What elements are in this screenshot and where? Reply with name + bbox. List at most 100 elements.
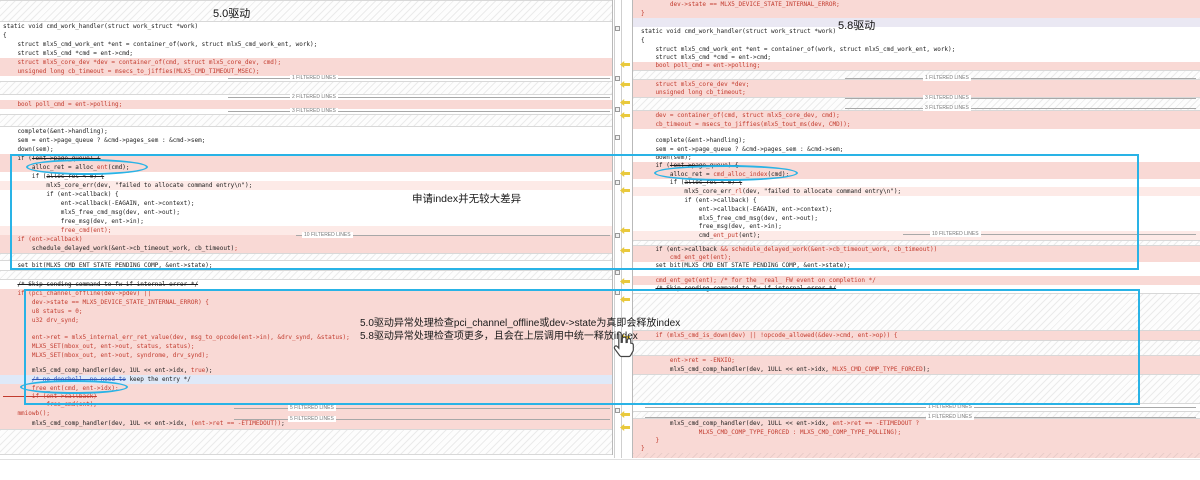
code-line[interactable]: /* Skip sending command to fw if interna… (633, 285, 1200, 293)
code-line[interactable]: free_ent(cmd, ent->idx); (0, 384, 612, 393)
code-line[interactable]: ent->callback(-EAGAIN, ent->context); (633, 205, 1200, 214)
section-expander-icon[interactable] (615, 408, 620, 413)
code-segment: mlx5_cmd_comp_handler(dev, 1UL << ent->i… (3, 420, 191, 427)
code-line[interactable]: dev = container_of(cmd, struct mlx5_core… (633, 111, 1200, 120)
code-line[interactable]: if (ent->callback && schedule_delayed_wo… (633, 246, 1200, 254)
right-pane[interactable]: dev->state == MLX5_DEVICE_STATE_INTERNAL… (632, 0, 1200, 458)
code-segment: free_cmd(ent); (61, 227, 112, 234)
section-expander-icon[interactable] (615, 290, 620, 295)
code-segment: if (ent->callback) (3, 393, 97, 400)
code-segment: free_msg(dev, ent->in); (641, 223, 782, 230)
code-line[interactable]: bool poll_cmd = ent->polling; (0, 100, 612, 109)
code-segment: !ent->page_queue) { (32, 155, 101, 162)
code-segment: complete(&ent->handling); (641, 137, 746, 144)
code-line[interactable]: mlx5_cmd_comp_handler(dev, 1ULL << ent->… (633, 365, 1200, 374)
code-line[interactable]: if (ent->callback) { (633, 196, 1200, 205)
code-line[interactable]: MLX5_CMD_COMP_TYPE_FORCED : MLX5_CMD_COM… (633, 428, 1200, 437)
code-segment: ; (281, 420, 285, 427)
code-line[interactable]: ent->callback(-EAGAIN, ent->context); (0, 199, 612, 208)
code-line[interactable]: mlx5_cmd_comp_handler(dev, 1UL << ent->i… (0, 419, 612, 429)
code-line[interactable]: schedule_delayed_work(&ent->cb_timeout_w… (0, 244, 612, 253)
code-line[interactable]: if (!ent->page_queue) { (0, 154, 612, 163)
code-line[interactable]: set_bit(MLX5_CMD_ENT_STATE_PENDING_COMP,… (0, 261, 612, 270)
code-line[interactable]: if (mlx5_cmd_is_down(dev) || !opcode_all… (633, 331, 1200, 340)
code-line[interactable]: dev->state == MLX5_DEVICE_STATE_INTERNAL… (0, 298, 612, 307)
left-pane[interactable]: static void cmd_work_handler(struct work… (0, 0, 613, 455)
code-line[interactable]: /* no doorbell, no need to keep the entr… (0, 375, 612, 384)
code-line[interactable]: mlx5_cmd_comp_handler(dev, 1UL << ent->i… (0, 366, 612, 375)
code-line[interactable]: /* Skip sending command to fw if interna… (0, 280, 612, 289)
section-expander-icon[interactable] (615, 107, 620, 112)
code-line[interactable]: mlx5_cmd_comp_handler(dev, 1ULL << ent->… (633, 419, 1200, 428)
code-line[interactable]: } (633, 445, 1200, 453)
code-segment: (ent); (739, 232, 761, 239)
code-line[interactable]: struct mlx5_cmd_work_ent *ent = containe… (0, 40, 612, 49)
code-line[interactable]: if (ent->callback) (0, 235, 612, 244)
code-line[interactable]: alloc_ret = alloc_ent(cmd); (0, 163, 612, 172)
code-line[interactable]: static void cmd_work_handler(struct work… (0, 22, 612, 31)
code-line[interactable]: alloc_ret = cmd_alloc_index(cmd); (633, 170, 1200, 179)
code-segment: mmiowb(); (3, 410, 50, 417)
code-line[interactable]: struct mlx5_core_dev *dev = container_of… (0, 58, 612, 67)
code-line[interactable]: unsigned long cb_timeout = msecs_to_jiff… (0, 67, 612, 76)
code-line[interactable]: struct mlx5_cmd *cmd = ent->cmd; (633, 54, 1200, 62)
spacer-row (0, 114, 612, 127)
code-line[interactable]: if (alloc_ret < 0) { (633, 179, 1200, 187)
code-line[interactable]: struct mlx5_cmd *cmd = ent->cmd; (0, 49, 612, 58)
code-line[interactable]: cb_timeout = msecs_to_jiffies(mlx5_tout_… (633, 120, 1200, 129)
code-line[interactable]: bool poll_cmd = ent->polling; (633, 62, 1200, 70)
code-line[interactable]: u8 status = 0; (0, 307, 612, 316)
code-segment: cb_timeout = msecs_to_jiffies(mlx5_tout_… (641, 121, 851, 128)
code-line[interactable]: cmd_ent_get(ent); /* for the _real_ FW e… (633, 276, 1200, 285)
section-expander-icon[interactable] (615, 180, 620, 185)
pane-divider[interactable] (614, 0, 615, 458)
code-line[interactable]: down(sem); (633, 154, 1200, 162)
code-line[interactable]: complete(&ent->handling); (0, 127, 612, 136)
code-line[interactable]: mlx5_core_err_rl(dev, "failed to allocat… (633, 187, 1200, 196)
section-expander-icon[interactable] (615, 26, 620, 31)
code-line[interactable]: down(sem); (0, 145, 612, 154)
code-line[interactable]: mlx5_core_err(dev, "failed to allocate c… (0, 181, 612, 190)
section-expander-icon[interactable] (615, 270, 620, 275)
code-line[interactable]: if (alloc_ret < 0) { (0, 172, 612, 181)
code-line[interactable]: if (pci_channel_offline(dev->pdev) || (0, 289, 612, 298)
code-line[interactable]: ent->ret = mlx5_internal_err_ret_value(d… (0, 333, 612, 342)
code-line[interactable]: mlx5_free_cmd_msg(dev, ent->out); (633, 214, 1200, 223)
code-line[interactable]: sem = ent->page_queue ? &cmd->pages_sem … (633, 145, 1200, 154)
code-line[interactable]: { (0, 31, 612, 40)
code-line[interactable]: struct mlx5_core_dev *dev; (633, 80, 1200, 89)
code-line[interactable]: } (633, 9, 1200, 18)
code-segment: sem = ent->page_queue ? &cmd->pages_sem … (3, 137, 205, 144)
code-segment: !ent->page_queue) { (670, 162, 739, 169)
code-line[interactable]: } (633, 437, 1200, 445)
code-line[interactable]: complete(&ent->handling); (633, 136, 1200, 145)
code-line[interactable]: static void cmd_work_handler(struct work… (633, 27, 1200, 36)
code-line[interactable]: MLX5_SET(mbox_out, ent->out, syndrome, d… (0, 351, 612, 360)
code-line[interactable]: free_msg(dev, ent->in); (0, 217, 612, 226)
code-line[interactable]: sem = ent->page_queue ? &cmd->pages_sem … (0, 136, 612, 145)
code-line[interactable]: free_msg(dev, ent->in); (633, 223, 1200, 231)
code-line[interactable]: if (!ent->page_queue) { (633, 162, 1200, 170)
code-line[interactable]: MLX5_SET(mbox_out, ent->out, status, sta… (0, 342, 612, 351)
code-line[interactable]: struct mlx5_cmd_work_ent *ent = containe… (633, 45, 1200, 54)
code-line[interactable]: mlx5_free_cmd_msg(dev, ent->out); (0, 208, 612, 217)
spacer-row (0, 270, 612, 280)
spacer-row (0, 81, 612, 95)
code-line[interactable]: ent->ret = -ENXIO; (633, 356, 1200, 365)
section-expander-icon[interactable] (615, 135, 620, 140)
section-expander-icon[interactable] (615, 233, 620, 238)
section-expander-icon[interactable] (615, 76, 620, 81)
code-line[interactable]: if (ent->callback) (0, 393, 612, 401)
code-line[interactable]: free_cmd(ent); (0, 226, 612, 235)
code-line[interactable]: { (633, 36, 1200, 45)
code-line[interactable]: set_bit(MLX5_CMD_ENT_STATE_PENDING_COMP,… (633, 262, 1200, 270)
code-line[interactable]: u32 drv_synd; (0, 316, 612, 325)
code-line[interactable]: free_cmd(ent); (0, 401, 612, 408)
code-line[interactable]: dev->state == MLX5_DEVICE_STATE_INTERNAL… (633, 0, 1200, 9)
code-line[interactable]: mmiowb(); (0, 408, 612, 419)
code-line[interactable]: cmd_ent_put(ent); (633, 231, 1200, 240)
window-bottom-border (0, 459, 1200, 460)
code-line[interactable]: cmd_ent_get(ent); (633, 254, 1200, 262)
code-line[interactable]: if (ent->callback) { (0, 190, 612, 199)
code-line[interactable]: unsigned long cb_timeout; (633, 89, 1200, 97)
